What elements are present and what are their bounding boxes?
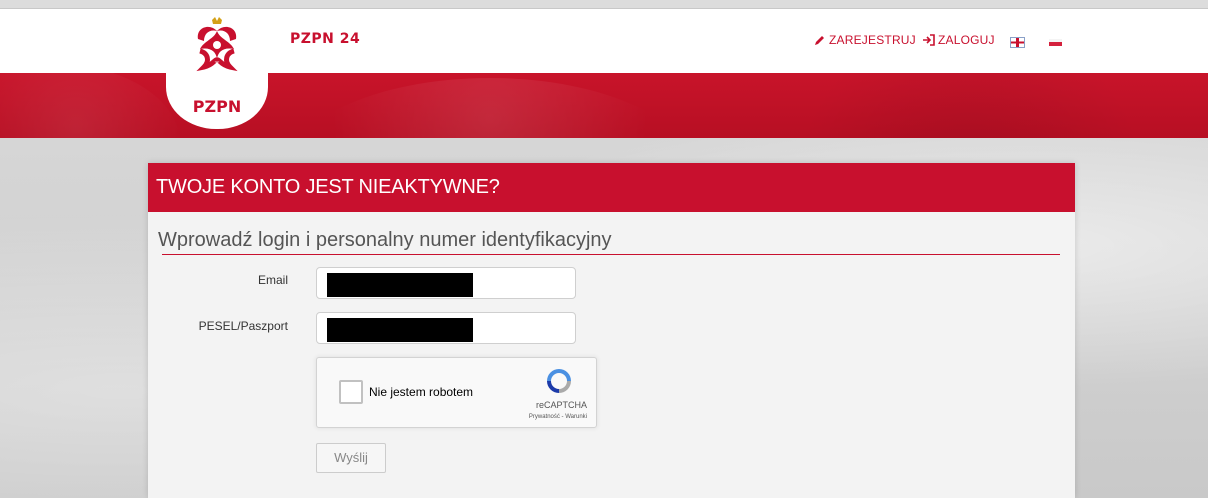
submit-button[interactable]: Wyślij bbox=[316, 443, 386, 473]
divider bbox=[162, 254, 1060, 255]
login-label: ZALOGUJ bbox=[938, 33, 995, 47]
redacted-value bbox=[327, 273, 473, 297]
sign-in-icon bbox=[923, 34, 935, 46]
recaptcha-checkbox[interactable] bbox=[339, 380, 363, 404]
recaptcha-brand: reCAPTCHA bbox=[535, 400, 587, 410]
recaptcha-icon bbox=[547, 369, 571, 393]
recaptcha-label: Nie jestem robotem bbox=[369, 385, 474, 399]
panel-title: TWOJE KONTO JEST NIEAKTYWNE? bbox=[156, 176, 500, 198]
logo-text: PZPN bbox=[192, 97, 242, 116]
redacted-value bbox=[327, 318, 473, 342]
login-link[interactable]: ZALOGUJ bbox=[922, 33, 995, 47]
pesel-field[interactable] bbox=[316, 312, 576, 344]
recaptcha-links[interactable]: Prywatność - Warunki bbox=[477, 414, 587, 420]
panel-header: TWOJE KONTO JEST NIEAKTYWNE? bbox=[148, 163, 1075, 212]
pesel-label: PESEL/Paszport bbox=[198, 319, 288, 333]
pzpn-logo[interactable]: PZPN bbox=[166, 9, 268, 129]
eagle-emblem-icon bbox=[196, 17, 238, 72]
email-label: Email bbox=[257, 273, 288, 287]
en-flag-icon[interactable] bbox=[1010, 37, 1025, 48]
pl-flag-icon[interactable] bbox=[1049, 39, 1062, 46]
register-label: ZAREJESTRUJ bbox=[829, 33, 916, 47]
form-subtitle: Wprowadź login i personalny numer identy… bbox=[158, 229, 612, 251]
recaptcha-widget: Nie jestem robotem reCAPTCHA Prywatność … bbox=[316, 357, 597, 428]
inactive-account-panel: TWOJE KONTO JEST NIEAKTYWNE? Wprowadź lo… bbox=[148, 163, 1075, 498]
pencil-icon bbox=[815, 36, 824, 45]
register-link[interactable]: ZAREJESTRUJ bbox=[814, 33, 916, 47]
email-field[interactable] bbox=[316, 267, 576, 299]
